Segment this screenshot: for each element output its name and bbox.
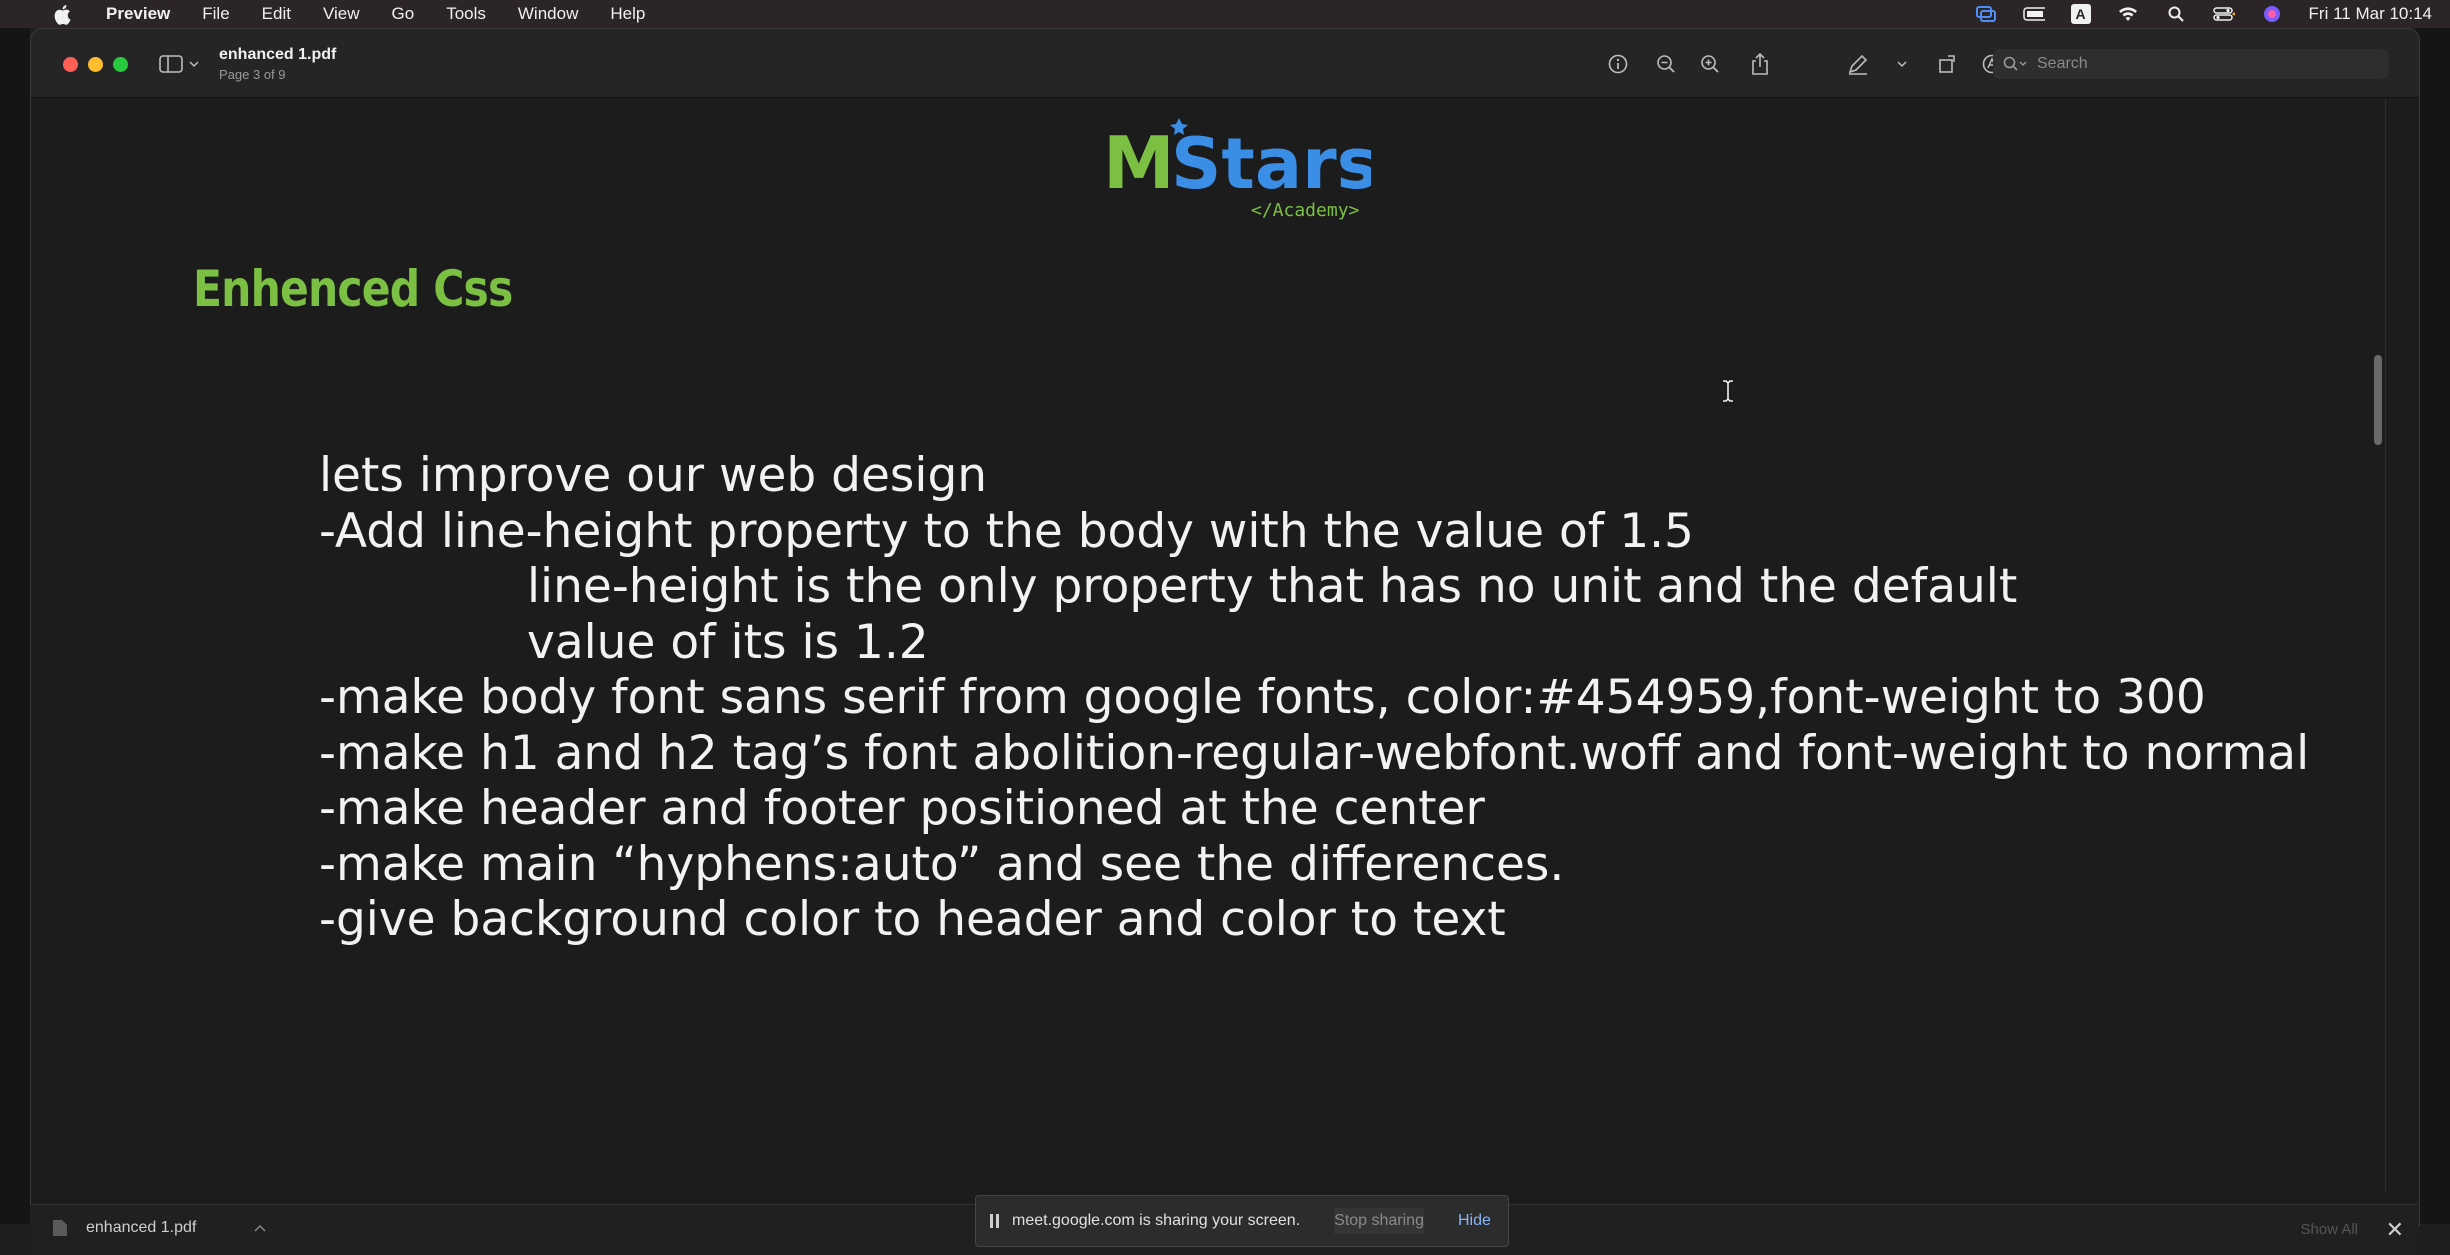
chevron-down-icon <box>189 61 199 68</box>
instructions-text: lets improve our web design -Add line-he… <box>319 448 2309 948</box>
spotlight-search-icon[interactable] <box>2165 5 2187 23</box>
search-input[interactable] <box>2035 54 2369 74</box>
scrollbar-thumb[interactable] <box>2374 355 2382 445</box>
sidebar-toggle-button[interactable] <box>159 51 203 77</box>
window-toolbar: enhanced 1.pdf Page 3 of 9 <box>31 29 2419 98</box>
menu-file[interactable]: File <box>202 4 229 24</box>
instruction-line-indented: line-height is the only property that ha… <box>527 559 2018 614</box>
instruction-line: -make h1 and h2 tag’s font abolition-reg… <box>319 725 2310 781</box>
close-window-button[interactable] <box>63 57 78 72</box>
menu-help[interactable]: Help <box>610 4 645 24</box>
share-icon[interactable] <box>1747 51 1773 77</box>
screen-sharing-notice: meet.google.com is sharing your screen. … <box>975 1195 1509 1247</box>
search-icon <box>2003 52 2031 76</box>
sidebar-icon <box>159 55 183 73</box>
logo-academy-text: </Academy> <box>1251 200 1360 220</box>
preview-window: enhanced 1.pdf Page 3 of 9 Search M Star… <box>30 28 2420 1226</box>
sharing-message: meet.google.com is sharing your screen. <box>1012 1212 1301 1229</box>
instruction-line: -make header and footer positioned at th… <box>319 781 1485 836</box>
document-title: enhanced 1.pdf <box>219 46 337 63</box>
info-icon[interactable] <box>1605 51 1631 77</box>
menu-edit[interactable]: Edit <box>262 4 291 24</box>
wifi-icon[interactable] <box>2117 5 2139 23</box>
zoom-out-icon[interactable] <box>1653 51 1679 77</box>
mstars-academy-logo: M Stars </Academy> <box>1071 110 1378 221</box>
zoom-in-icon[interactable] <box>1697 51 1723 77</box>
show-all-link[interactable]: Show All <box>2300 1221 2358 1238</box>
markup-dropdown-chevron-icon[interactable] <box>1889 51 1915 77</box>
menu-bar: Preview File Edit View Go Tools Window H… <box>0 0 2450 28</box>
pdf-file-icon <box>53 1220 67 1236</box>
text-cursor-icon <box>1721 380 1735 402</box>
menubar-clock[interactable]: Fri 11 Mar 10:14 <box>2309 4 2432 24</box>
pause-icon <box>990 1214 1002 1228</box>
logo-letter-m: M <box>1103 121 1175 205</box>
chevron-up-icon[interactable] <box>254 1224 266 1232</box>
menu-view[interactable]: View <box>323 4 360 24</box>
zoom-window-button[interactable] <box>113 57 128 72</box>
logo-word-stars: Stars <box>1171 123 1371 205</box>
desktop-edge-right <box>2416 28 2450 1224</box>
siri-icon[interactable] <box>2261 5 2283 23</box>
page-heading: Enhenced Css <box>193 260 513 318</box>
menu-app-preview[interactable]: Preview <box>106 4 170 24</box>
minimize-window-button[interactable] <box>88 57 103 72</box>
vertical-scrollbar[interactable] <box>2385 98 2419 1192</box>
instruction-line: -give background color to header and col… <box>319 892 1506 947</box>
instruction-line: -Add line-height property to the body wi… <box>319 503 1694 559</box>
instruction-line-indented: value of its is 1.2 <box>527 614 929 670</box>
hide-button[interactable]: Hide <box>1458 1212 1491 1230</box>
control-center-icon[interactable] <box>2212 5 2235 23</box>
input-source-badge[interactable]: A <box>2070 4 2091 24</box>
instruction-line: lets improve our web design <box>319 448 988 503</box>
screen-share-icon[interactable] <box>1975 5 1997 23</box>
download-item[interactable]: enhanced 1.pdf <box>52 1219 266 1237</box>
menu-go[interactable]: Go <box>392 4 415 24</box>
desktop-edge-left <box>0 28 30 1224</box>
instruction-line: -make main “hyphens:auto” and see the di… <box>319 836 1565 892</box>
search-field[interactable] <box>1993 49 2389 79</box>
instruction-line: -make body font sans serif from google f… <box>319 670 2206 725</box>
menu-window[interactable]: Window <box>518 4 578 24</box>
stop-sharing-button[interactable]: Stop sharing <box>1334 1208 1424 1234</box>
pdf-page[interactable]: M Stars </Academy> Enhenced Css lets imp… <box>31 98 2385 1192</box>
markup-pen-icon[interactable] <box>1845 51 1871 77</box>
battery-icon[interactable] <box>2022 5 2045 23</box>
apple-menu-icon[interactable] <box>52 3 72 25</box>
page-indicator: Page 3 of 9 <box>219 67 286 82</box>
download-file-name: enhanced 1.pdf <box>86 1219 197 1236</box>
menu-tools[interactable]: Tools <box>446 4 486 24</box>
close-downloads-icon[interactable]: ✕ <box>2386 1217 2404 1243</box>
rotate-icon[interactable] <box>1935 51 1961 77</box>
